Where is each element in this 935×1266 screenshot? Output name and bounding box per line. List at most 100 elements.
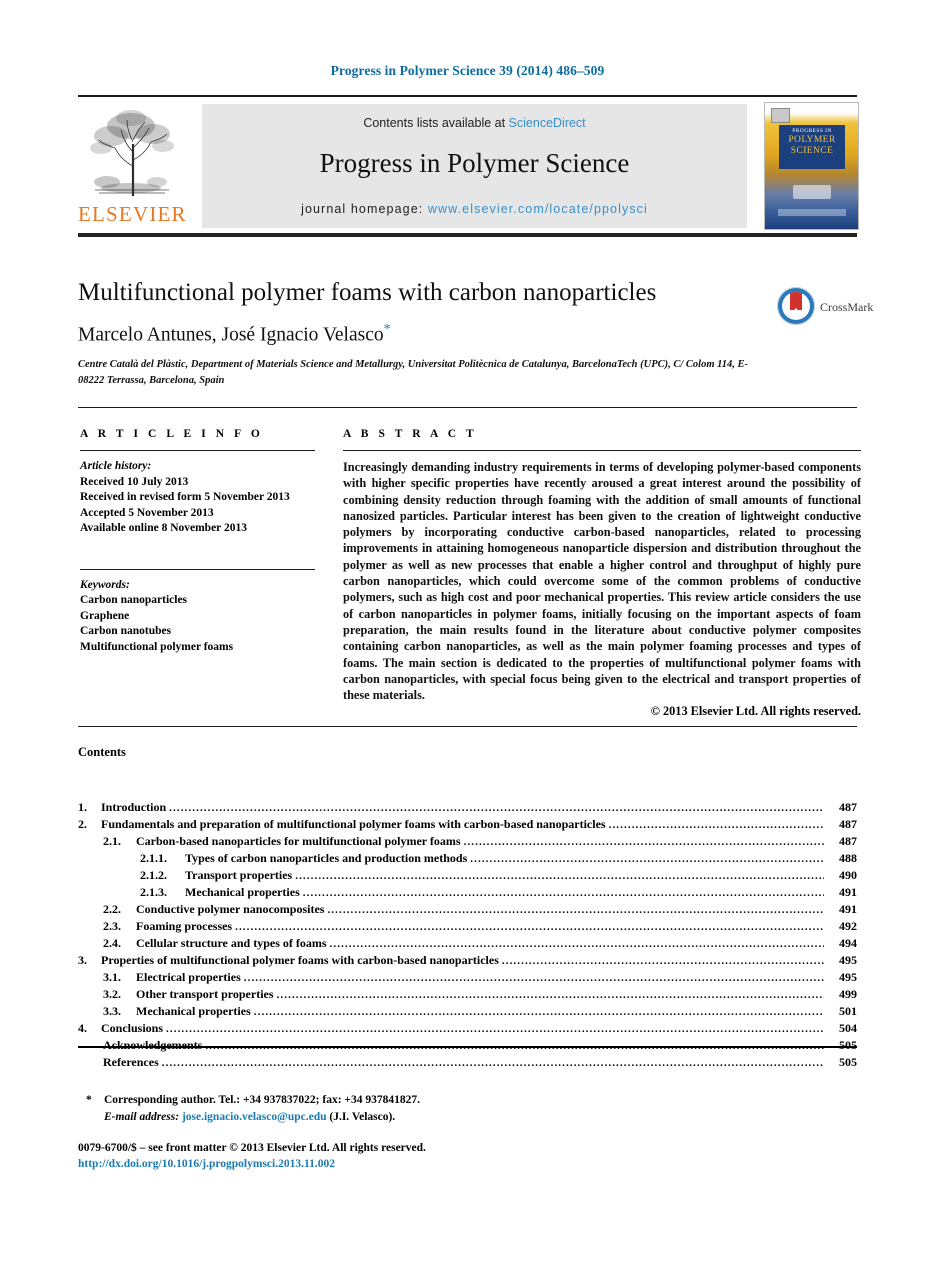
page-title: Multifunctional polymer foams with carbo…: [78, 279, 657, 306]
toc-leader-dots: ........................................…: [235, 921, 824, 933]
toc-entry-number: 2.1.3.: [140, 885, 167, 899]
toc-entry-label[interactable]: Transport properties: [185, 868, 292, 883]
footnote-asterisk: *: [86, 1094, 92, 1106]
abstract-text: Increasingly demanding industry requirem…: [343, 460, 861, 703]
cover-title-block: PROGRESS IN POLYMER SCIENCE: [779, 125, 845, 169]
doi-link[interactable]: http://dx.doi.org/10.1016/j.progpolymsci…: [78, 1156, 778, 1172]
toc-entry-page: 488: [839, 851, 857, 865]
elsevier-tree-icon: [81, 104, 181, 200]
body-bottom-rule: [78, 726, 857, 727]
toc-entry-page: 501: [839, 1004, 857, 1018]
keyword-item: Carbon nanotubes: [80, 625, 172, 637]
journal-homepage-line: journal homepage: www.elsevier.com/locat…: [202, 202, 747, 216]
toc-entry-page: 487: [839, 800, 857, 814]
toc-entry-page: 492: [839, 919, 857, 933]
sciencedirect-link[interactable]: ScienceDirect: [509, 116, 586, 130]
journal-first-page: Progress in Polymer Science 39 (2014) 48…: [0, 0, 935, 1266]
toc-entry-label[interactable]: Foaming processes: [136, 919, 232, 934]
toc-entry-label[interactable]: Properties of multifunctional polymer fo…: [101, 953, 499, 968]
toc-entry-label[interactable]: References: [103, 1055, 159, 1070]
toc-entry[interactable]: 2. Fundamentals and preparation of multif…: [78, 817, 857, 834]
toc-leader-dots: ........................................…: [302, 887, 824, 899]
issn-line: 0079-6700/$ – see front matter © 2013 El…: [78, 1142, 426, 1154]
journal-masthead: ELSEVIER Contents lists available at Sci…: [78, 100, 859, 230]
toc-entry-label[interactable]: Introduction: [101, 800, 166, 815]
toc-leader-dots: ........................................…: [166, 1023, 824, 1035]
contents-heading: Contents: [78, 745, 126, 759]
toc-leader-dots: ........................................…: [470, 853, 824, 865]
toc-entry[interactable]: 4. Conclusions...........................…: [78, 1021, 857, 1038]
toc-entry[interactable]: 2.3. Foaming processes...................…: [78, 919, 857, 936]
toc-entry[interactable]: 3.1. Electrical properties...............…: [78, 970, 857, 987]
toc-entry[interactable]: 2.1.3. Mechanical properties.............…: [78, 885, 857, 902]
toc-entry-label[interactable]: Carbon-based nanoparticles for multifunc…: [136, 834, 461, 849]
abstract-divider: [343, 450, 861, 451]
toc-entry[interactable]: 2.1.1. Types of carbon nanoparticles and …: [78, 851, 857, 868]
toc-entry-label[interactable]: Mechanical properties: [185, 885, 300, 900]
cover-publisher-mark: [771, 108, 790, 123]
toc-entry-label[interactable]: Fundamentals and preparation of multifun…: [101, 817, 606, 832]
toc-entry[interactable]: 3.2. Other transport properties..........…: [78, 987, 857, 1004]
toc-entry-label[interactable]: Other transport properties: [136, 987, 274, 1002]
crossmark-badge[interactable]: CrossMark: [777, 287, 873, 327]
contents-available-prefix: Contents lists available at: [363, 116, 509, 130]
email-note: E-mail address: jose.ignacio.velasco@upc…: [86, 1109, 686, 1126]
journal-cover-thumbnail: PROGRESS IN POLYMER SCIENCE: [764, 102, 859, 230]
crossmark-label: CrossMark: [820, 300, 874, 314]
cover-seal-graphic: [793, 185, 831, 199]
toc-leader-dots: ........................................…: [608, 819, 824, 831]
elsevier-wordmark: ELSEVIER: [78, 202, 187, 226]
toc-leader-dots: ........................................…: [276, 989, 824, 1001]
toc-entry-page: 504: [839, 1021, 857, 1035]
cover-title-line1: PROGRESS IN: [792, 128, 832, 134]
article-history-item: Received 10 July 2013: [80, 475, 189, 488]
toc-entry-number: 3.: [78, 953, 87, 967]
toc-entry-label[interactable]: Cellular structure and types of foams: [136, 936, 327, 951]
keywords-label: Keywords:: [80, 578, 130, 591]
toc-entry[interactable]: 3.3. Mechanical properties...............…: [78, 1004, 857, 1021]
email-link[interactable]: jose.ignacio.velasco@upc.edu: [182, 1111, 327, 1123]
toc-entry-number: 3.3.: [103, 1004, 121, 1018]
toc-entry[interactable]: 2.1. Carbon-based nanoparticles for multi…: [78, 834, 857, 851]
toc-leader-dots: ........................................…: [329, 938, 824, 950]
toc-entry[interactable]: 2.1.2. Transport properties..............…: [78, 868, 857, 885]
masthead-top-rule: [78, 95, 857, 97]
toc-leader-dots: ........................................…: [243, 972, 824, 984]
toc-entry-page: 494: [839, 936, 857, 950]
article-info-heading: A R T I C L E I N F O: [80, 428, 264, 440]
article-history-item: Accepted 5 November 2013: [80, 506, 214, 519]
toc-entry[interactable]: 1. Introduction..........................…: [78, 800, 857, 817]
toc-leader-dots: ........................................…: [169, 802, 824, 814]
toc-leader-dots: ........................................…: [161, 1057, 824, 1069]
keywords-divider: [80, 568, 315, 570]
footnote-block: * Corresponding author. Tel.: +34 9378370…: [86, 1092, 686, 1126]
issn-block: 0079-6700/$ – see front matter © 2013 El…: [78, 1140, 778, 1172]
cover-title-line2: POLYMER: [788, 135, 836, 145]
masthead-bottom-rule: [78, 233, 857, 237]
keywords-block: Keywords: Carbon nanoparticles Graphene …: [80, 578, 315, 656]
keyword-item: Carbon nanoparticles: [80, 594, 188, 606]
toc-entry[interactable]: 2.4. Cellular structure and types of foam…: [78, 936, 857, 953]
toc-entry-number: 2.1.1.: [140, 851, 167, 865]
toc-entry-label[interactable]: Conductive polymer nanocomposites: [136, 902, 324, 917]
keyword-item: Multifunctional polymer foams: [80, 640, 234, 653]
toc-leader-dots: ........................................…: [501, 955, 824, 967]
toc-entry[interactable]: 2.2. Conductive polymer nanocomposites...…: [78, 902, 857, 919]
author-names: Marcelo Antunes, José Ignacio Velasco: [78, 324, 384, 346]
toc-entry[interactable]: References..............................…: [78, 1055, 857, 1072]
corresponding-author-text: Corresponding author. Tel.: +34 93783702…: [104, 1094, 420, 1106]
journal-homepage-link[interactable]: www.elsevier.com/locate/ppolysci: [428, 202, 648, 216]
toc-entry-label[interactable]: Mechanical properties: [136, 1004, 251, 1019]
toc-entry-label[interactable]: Types of carbon nanoparticles and produc…: [185, 851, 467, 866]
email-label: E-mail address:: [104, 1111, 180, 1123]
toc-entry-label[interactable]: Electrical properties: [136, 970, 241, 985]
toc-entry-number: 2.2.: [103, 902, 121, 916]
crossmark-inner: [782, 292, 810, 320]
toc-entry-page: 487: [839, 817, 857, 831]
elsevier-logo: ELSEVIER: [78, 102, 187, 230]
toc-entry-number: 2.3.: [103, 919, 121, 933]
toc-entry[interactable]: 3. Properties of multifunctional polymer …: [78, 953, 857, 970]
contents-band: Contents lists available at ScienceDirec…: [202, 104, 747, 228]
toc-entry-label[interactable]: Conclusions: [101, 1021, 163, 1036]
toc-leader-dots: ........................................…: [253, 1006, 824, 1018]
